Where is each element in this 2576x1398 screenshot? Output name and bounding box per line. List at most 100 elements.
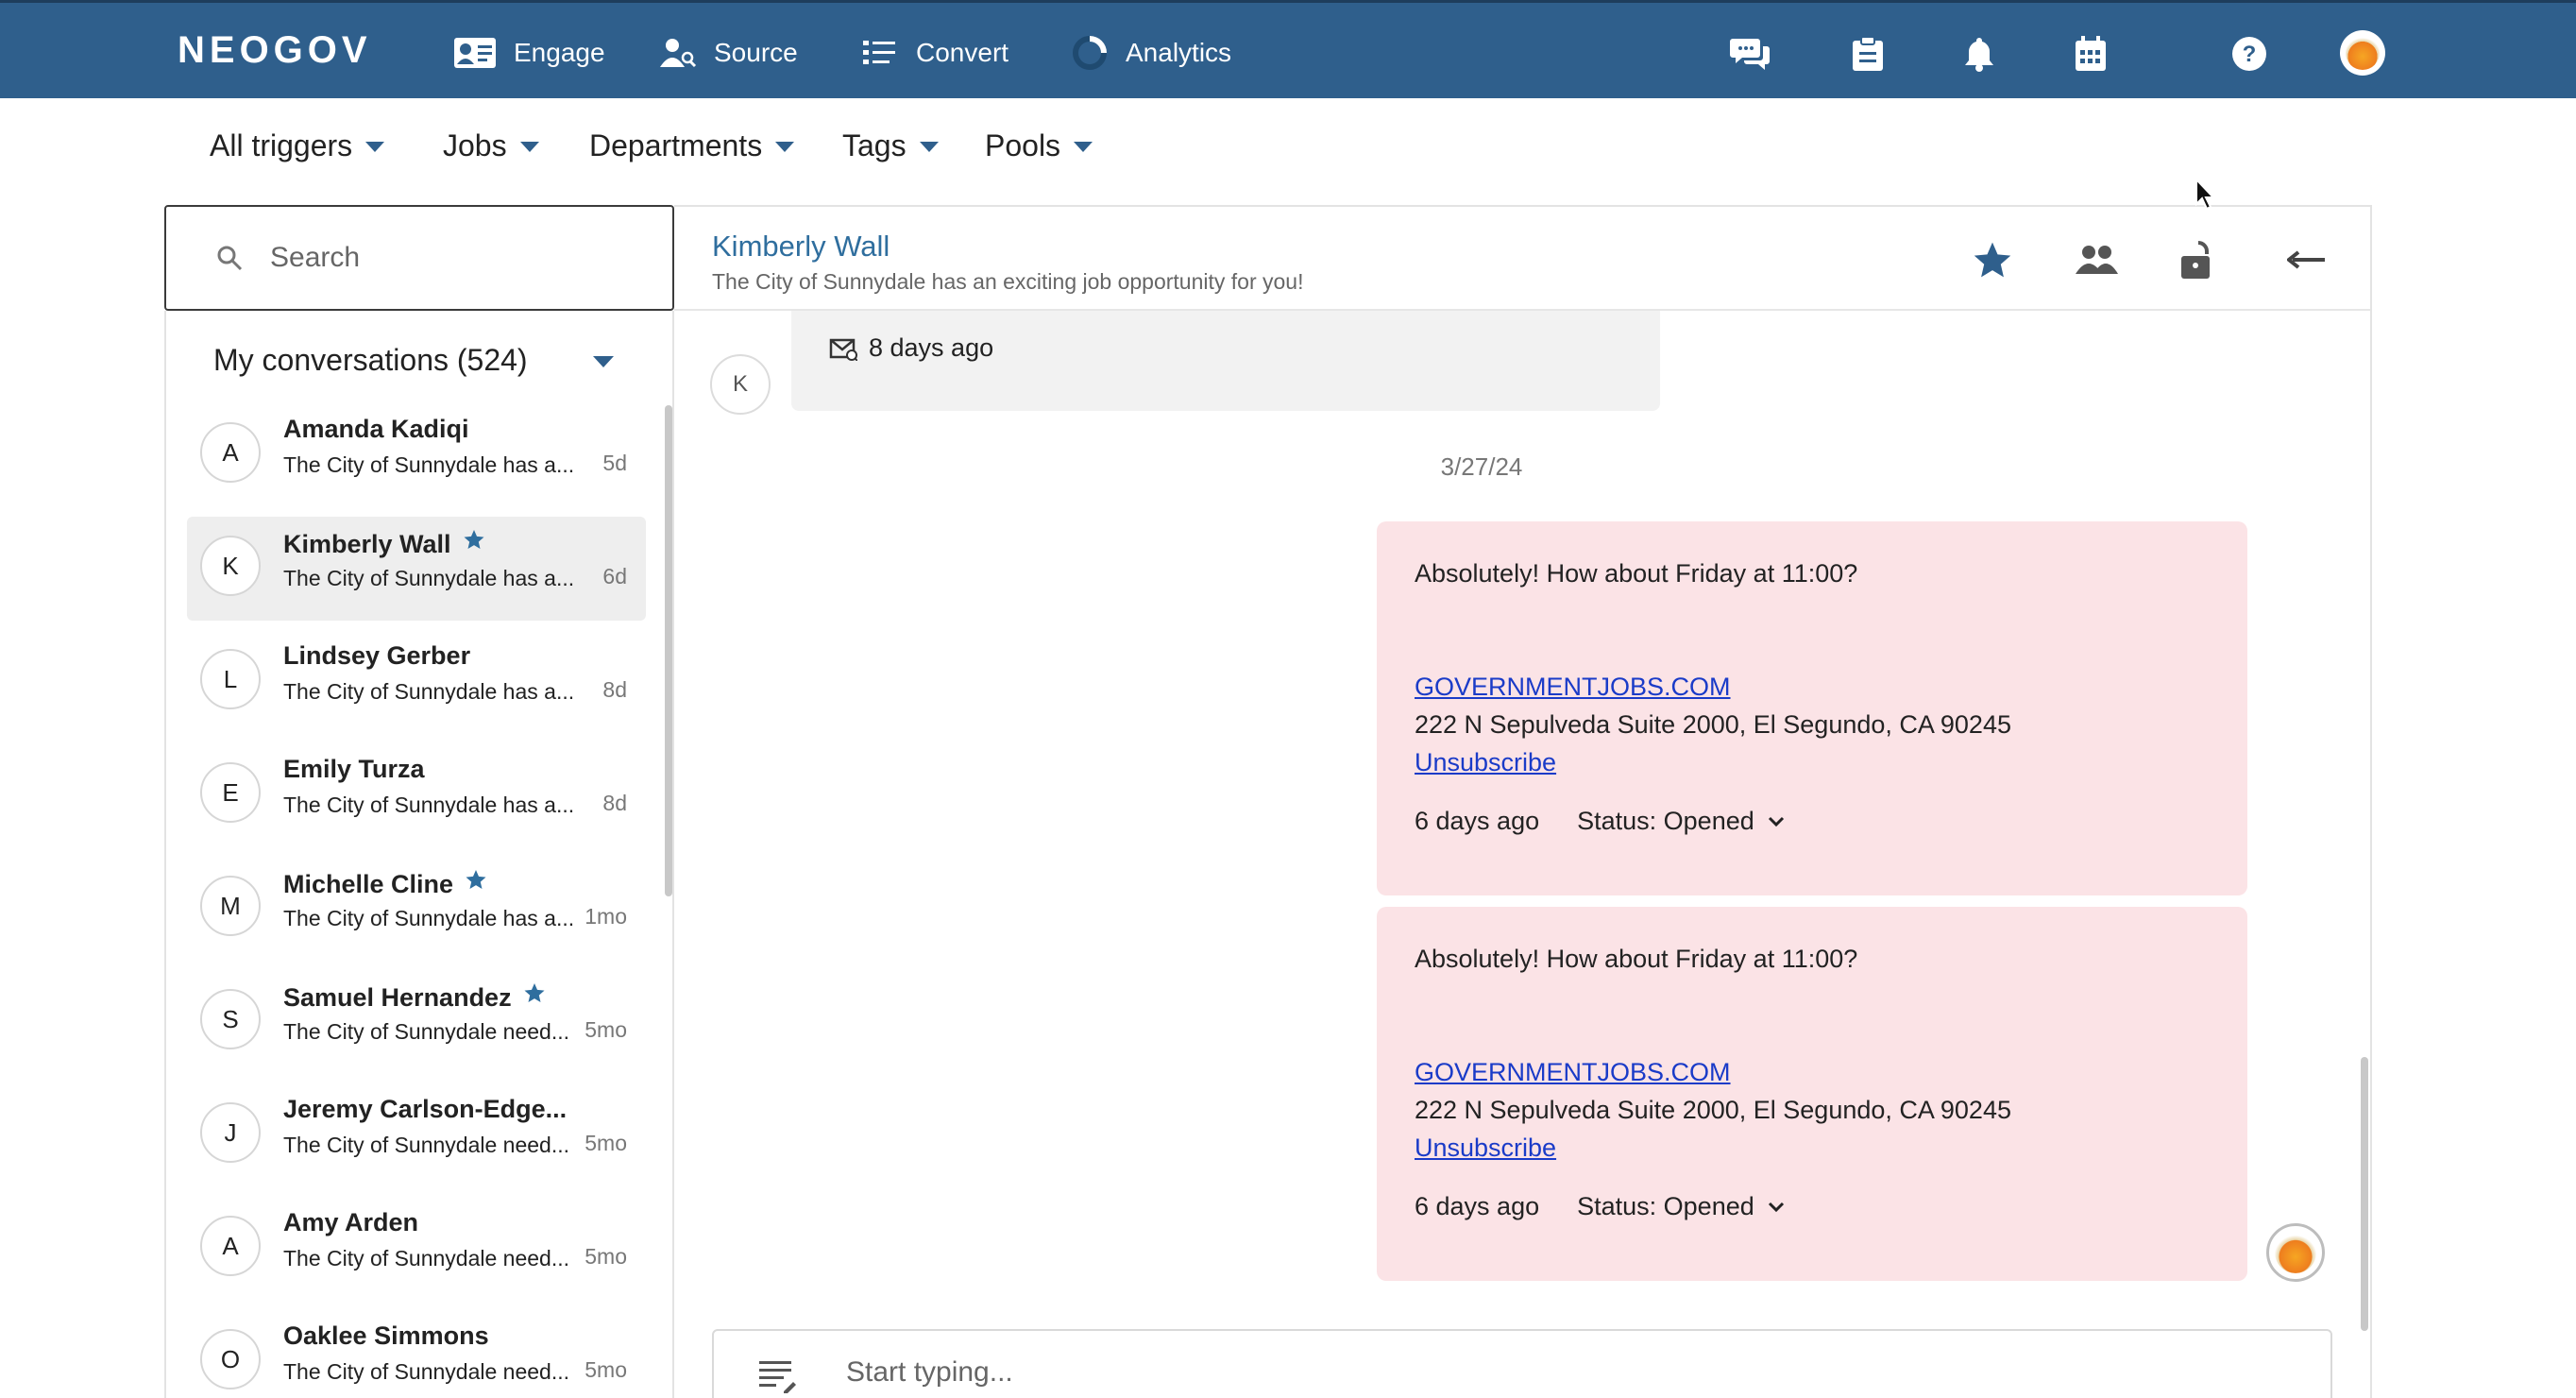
- nav-source[interactable]: Source: [659, 31, 798, 75]
- nav-analytics-label: Analytics: [1126, 38, 1232, 67]
- message-status-dropdown[interactable]: Status: Opened: [1577, 807, 1785, 836]
- filter-tags-label: Tags: [842, 128, 907, 162]
- conversation-time: 5mo: [585, 1131, 627, 1155]
- filter-departments-label: Departments: [589, 128, 763, 162]
- search-input[interactable]: [270, 242, 629, 274]
- conversation-name: Amanda Kadiqi: [283, 415, 469, 444]
- conversation-preview: The City of Sunnydale need...: [283, 1359, 570, 1384]
- filter-departments[interactable]: Departments: [589, 125, 795, 166]
- conversation-name: Amy Arden: [283, 1208, 418, 1237]
- conversation-name-text: Amy Arden: [283, 1208, 419, 1236]
- conversation-preview: The City of Sunnydale has a...: [283, 793, 575, 817]
- conversation-preview: The City of Sunnydale has a...: [283, 452, 575, 477]
- conversation-item[interactable]: K Kimberly Wall The City of Sunnydale has …: [187, 517, 646, 621]
- conversation-item[interactable]: O Oaklee Simmons The City of Sunnydale nee…: [187, 1310, 646, 1398]
- conversation-preview: The City of Sunnydale need...: [283, 1019, 570, 1044]
- email-opened-icon: [829, 338, 857, 361]
- user-avatar[interactable]: [2340, 30, 2385, 76]
- conversation-item[interactable]: S Samuel Hernandez The City of Sunnydale n…: [187, 970, 646, 1074]
- conversation-item[interactable]: A Amy Arden The City of Sunnydale need... 5…: [187, 1197, 646, 1301]
- help-icon[interactable]: ?: [2227, 31, 2272, 77]
- analytics-ring-icon: [1073, 36, 1107, 70]
- checklist-icon: [863, 41, 895, 64]
- message-time: 6 days ago: [1415, 807, 1540, 835]
- avatar: K: [200, 536, 261, 596]
- conversation-item[interactable]: M Michelle Cline The City of Sunnydale has…: [187, 857, 646, 961]
- unsubscribe-link[interactable]: Unsubscribe: [1415, 748, 1556, 777]
- outgoing-message-bubble: Absolutely! How about Friday at 11:00? G…: [1377, 907, 2247, 1281]
- incoming-time: 8 days ago: [869, 333, 994, 362]
- filter-jobs[interactable]: Jobs: [443, 125, 539, 166]
- conversation-name: Emily Turza: [283, 755, 425, 784]
- calendar-icon[interactable]: [2068, 31, 2113, 77]
- unsubscribe-link[interactable]: Unsubscribe: [1415, 1134, 1556, 1163]
- contact-card-icon: [454, 38, 496, 68]
- nav-analytics[interactable]: Analytics: [1071, 31, 1231, 75]
- conversation-name: Jeremy Carlson-Edge...: [283, 1095, 567, 1124]
- conversation-preview: The City of Sunnydale has a...: [283, 906, 575, 930]
- conversation-item[interactable]: A Amanda Kadiqi The City of Sunnydale has …: [187, 403, 646, 507]
- filter-pools[interactable]: Pools: [985, 125, 1093, 166]
- avatar: A: [200, 422, 261, 483]
- star-icon: [524, 983, 545, 1002]
- message-address: 222 N Sepulveda Suite 2000, El Segundo, …: [1415, 1096, 2011, 1124]
- message-composer: [712, 1329, 2332, 1398]
- message-status-dropdown[interactable]: Status: Opened: [1577, 1192, 1785, 1221]
- chevron-down-icon: [1768, 1202, 1784, 1212]
- nav-engage[interactable]: Engage: [453, 31, 605, 75]
- clipboard-icon[interactable]: [1845, 31, 1890, 77]
- conversation-name-text: Jeremy Carlson-Edge...: [283, 1095, 568, 1123]
- avatar: J: [200, 1102, 261, 1163]
- svg-text:?: ?: [2243, 42, 2257, 67]
- chevron-down-icon: [775, 141, 795, 152]
- template-icon[interactable]: [759, 1359, 797, 1393]
- conversation-header: Kimberly Wall The City of Sunnydale has …: [674, 207, 2370, 311]
- message-text: Absolutely! How about Friday at 11:00?: [1415, 945, 1858, 973]
- conversation-item[interactable]: L Lindsey Gerber The City of Sunnydale has…: [187, 630, 646, 734]
- bell-icon[interactable]: [1957, 31, 2002, 77]
- conversation-name-text: Emily Turza: [283, 755, 425, 783]
- nav-convert[interactable]: Convert: [863, 31, 1008, 75]
- star-icon[interactable]: [1968, 235, 2017, 284]
- conversation-time: 8d: [602, 677, 627, 702]
- contact-name[interactable]: Kimberly Wall: [712, 230, 890, 264]
- unlock-icon[interactable]: [2174, 235, 2223, 284]
- conversation-name: Samuel Hernandez: [283, 981, 546, 1013]
- avatar: A: [200, 1216, 261, 1276]
- group-icon[interactable]: [2072, 235, 2121, 284]
- chevron-down-icon: [919, 141, 939, 152]
- conversation-name-text: Oaklee Simmons: [283, 1321, 489, 1350]
- conversation-preview: The City of Sunnydale has a...: [283, 679, 575, 704]
- chevron-down-icon: [519, 141, 539, 152]
- back-arrow-icon[interactable]: [2281, 235, 2330, 284]
- conversation-preview: The City of Sunnydale has a...: [283, 566, 575, 590]
- conversation-time: 8d: [602, 791, 627, 815]
- incoming-message-bubble: 8 days ago: [791, 311, 1660, 411]
- conversation-list-scrollbar[interactable]: [665, 405, 672, 896]
- conversation-item[interactable]: J Jeremy Carlson-Edge... The City of Sunny…: [187, 1083, 646, 1187]
- conversation-preview: The City of Sunnydale need...: [283, 1133, 570, 1157]
- sender-avatar: [2266, 1223, 2325, 1282]
- neogov-logo[interactable]: NEOGOV: [178, 29, 372, 72]
- date-separator: 3/27/24: [1440, 452, 1523, 481]
- message-time: 6 days ago: [1415, 1192, 1540, 1220]
- governmentjobs-link[interactable]: GOVERNMENTJOBS.COM: [1415, 1058, 1731, 1087]
- message-input[interactable]: [846, 1352, 2168, 1393]
- nav-source-label: Source: [714, 38, 798, 67]
- sender-logo: [2275, 1232, 2316, 1273]
- message-meta: 6 days ago Status: Opened: [1415, 807, 1785, 836]
- filter-jobs-label: Jobs: [443, 128, 507, 162]
- filter-all-triggers[interactable]: All triggers: [210, 125, 385, 166]
- chevron-down-icon[interactable]: [593, 356, 614, 367]
- conversation-name-text: Michelle Cline: [283, 870, 454, 898]
- conversation-item[interactable]: E Emily Turza The City of Sunnydale has a.…: [187, 743, 646, 847]
- governmentjobs-link[interactable]: GOVERNMENTJOBS.COM: [1415, 673, 1731, 702]
- message-text: Absolutely! How about Friday at 11:00?: [1415, 559, 1858, 588]
- outgoing-message-bubble: Absolutely! How about Friday at 11:00? G…: [1377, 521, 2247, 895]
- chat-bubbles-icon[interactable]: [1728, 31, 1773, 77]
- conversation-scrollbar[interactable]: [2361, 1057, 2368, 1331]
- mouse-cursor-icon: [2195, 178, 2216, 211]
- user-avatar-logo: [2346, 36, 2380, 70]
- filter-tags[interactable]: Tags: [842, 125, 939, 166]
- conversation-list-panel: My conversations (524) A Amanda Kadiqi The…: [164, 311, 674, 1398]
